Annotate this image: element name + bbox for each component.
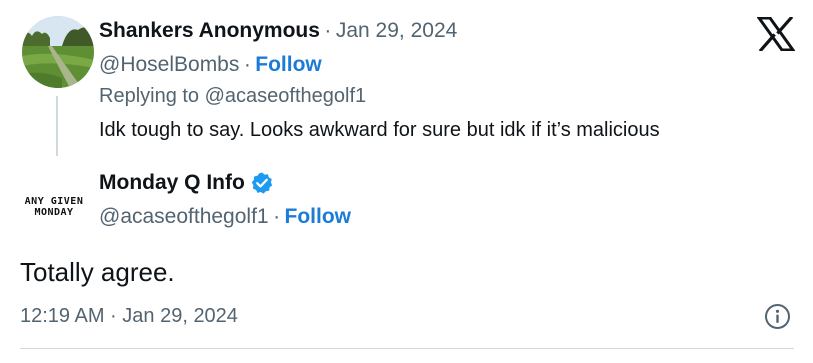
replying-to-line: Replying to @acaseofthegolf1 xyxy=(99,85,366,108)
reply-date[interactable]: Jan 29, 2024 xyxy=(336,19,457,42)
main-author-name[interactable]: Monday Q Info xyxy=(99,171,245,195)
bottom-divider xyxy=(20,348,794,349)
replying-to-handle[interactable]: @acaseofthegolf1 xyxy=(205,85,367,107)
date-separator: · xyxy=(324,19,332,42)
verified-badge-icon xyxy=(250,171,274,195)
main-handle-separator: · xyxy=(273,205,281,228)
main-tweet-text: Totally agree. xyxy=(20,257,175,287)
handle-separator: · xyxy=(243,53,251,76)
replying-to-prefix: Replying to xyxy=(99,85,200,107)
reply-handle-row: @HoselBombs · Follow xyxy=(99,53,322,77)
reply-author-handle[interactable]: @HoselBombs xyxy=(99,53,239,76)
avatar-logo-line2: MONDAY xyxy=(34,207,74,218)
main-handle-row: @acaseofthegolf1 · Follow xyxy=(99,205,351,229)
reply-follow-button[interactable]: Follow xyxy=(255,53,322,76)
reply-tweet-text: Idk tough to say. Looks awkward for sure… xyxy=(99,119,660,141)
avatar-logo-line1: ANY GIVEN xyxy=(24,196,84,207)
info-icon[interactable] xyxy=(764,303,791,335)
main-follow-button[interactable]: Follow xyxy=(285,205,352,228)
main-author-handle[interactable]: @acaseofthegolf1 xyxy=(99,205,269,228)
avatar-logo-text: ANY GIVEN MONDAY xyxy=(20,196,88,218)
golf-course-image xyxy=(22,16,94,88)
thread-connector-line xyxy=(56,96,58,156)
reply-tweet-header: Shankers Anonymous · Jan 29, 2024 xyxy=(99,19,457,43)
x-logo-icon[interactable] xyxy=(756,15,796,56)
reply-author-avatar[interactable] xyxy=(22,16,94,88)
reply-author-name[interactable]: Shankers Anonymous xyxy=(99,19,320,42)
main-author-avatar[interactable]: ANY GIVEN MONDAY xyxy=(20,196,88,232)
main-tweet-timestamp[interactable]: 12:19 AM · Jan 29, 2024 xyxy=(20,305,238,328)
main-tweet-header: Monday Q Info xyxy=(99,171,274,195)
